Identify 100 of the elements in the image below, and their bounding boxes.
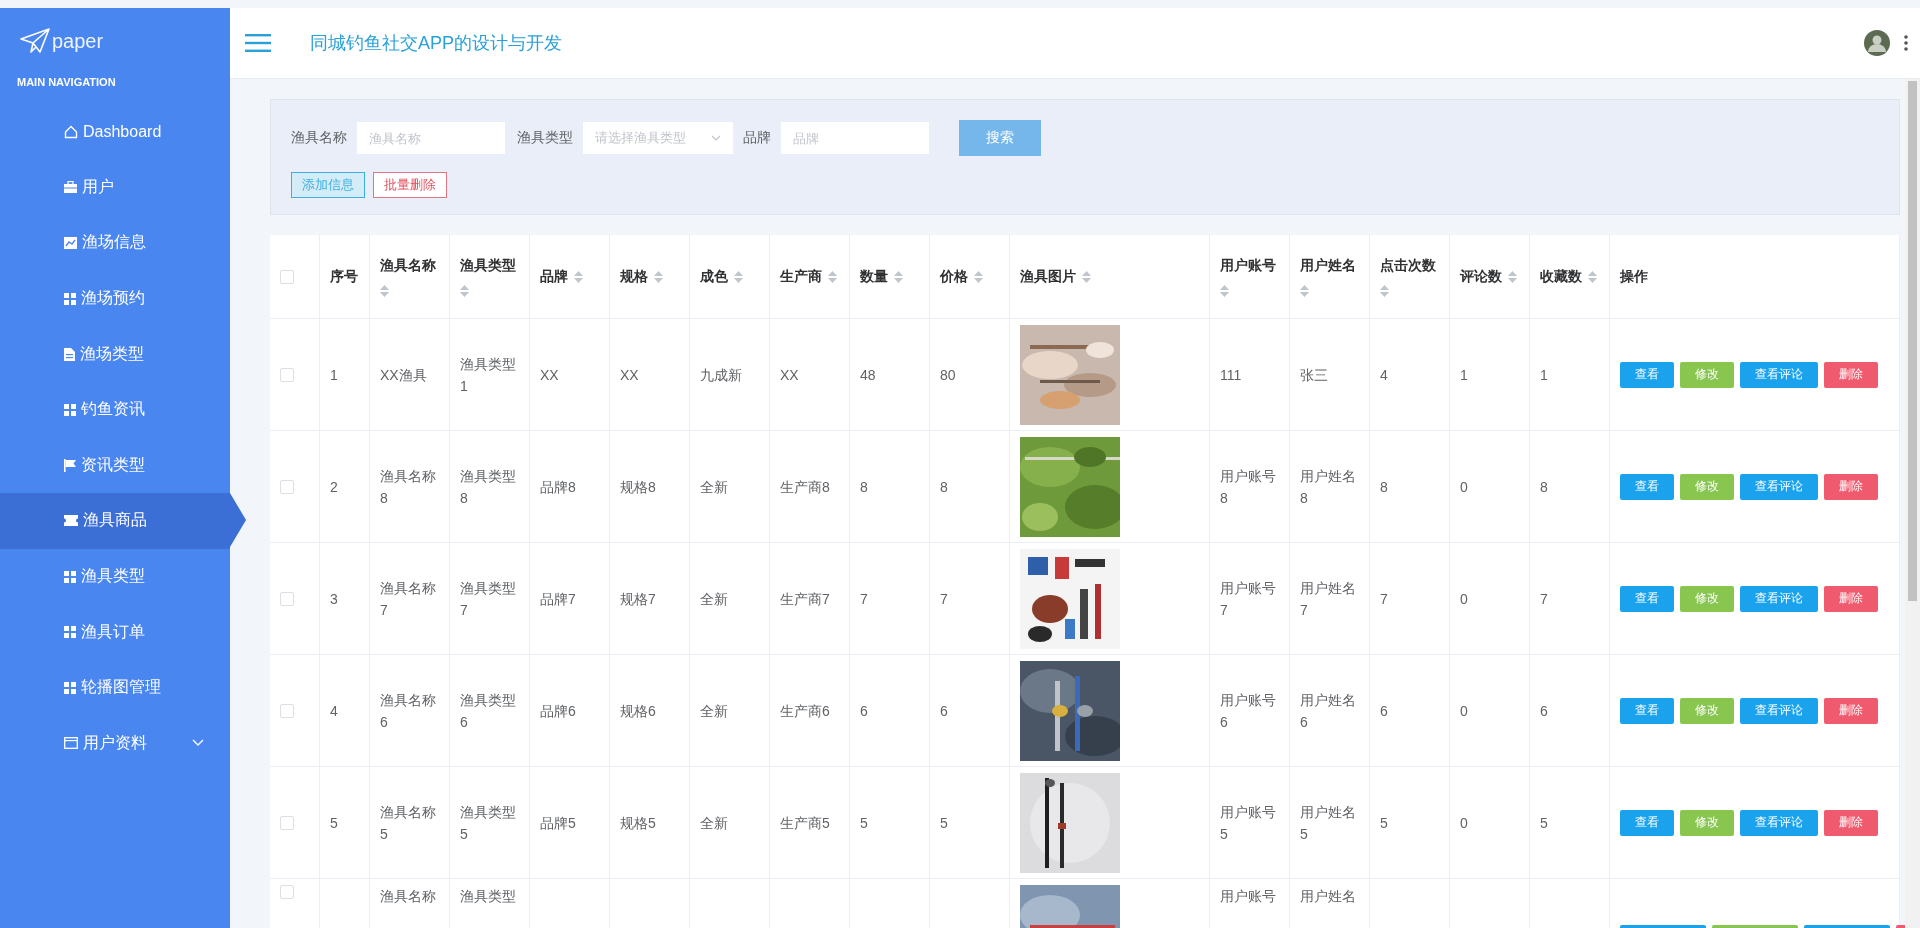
nav-item[interactable]: 轮播图管理 — [0, 659, 230, 716]
delete-button[interactable]: 删除 — [1824, 473, 1878, 500]
app-title: 同城钓鱼社交APP的设计与开发 — [310, 32, 563, 55]
grid-icon — [64, 292, 76, 305]
view-button[interactable]: 查看评论 — [1740, 361, 1818, 388]
scrollbar[interactable] — [1905, 79, 1920, 928]
table-cell-text: 用户账号8 — [1220, 466, 1277, 508]
row-checkbox[interactable] — [280, 479, 294, 494]
edit-button[interactable]: 修改 — [1680, 473, 1734, 500]
avatar[interactable] — [1864, 30, 1890, 56]
table-cell-text: 8 — [940, 477, 948, 497]
selection-pointer — [230, 493, 246, 548]
table-cell-text: 渔具类型7 — [460, 578, 517, 620]
sort-icon[interactable] — [734, 270, 743, 283]
more-icon[interactable] — [1904, 35, 1908, 51]
table-cell-text: 品牌6 — [540, 701, 576, 721]
sort-icon[interactable] — [460, 284, 469, 297]
table-cell-text: 生产商8 — [780, 477, 830, 497]
table-cell-text: 用户账号6 — [1220, 690, 1277, 732]
delete-button[interactable]: 删除 — [1824, 361, 1878, 388]
table-cell-text: 5 — [860, 813, 868, 833]
sort-icon[interactable] — [380, 284, 389, 297]
delete-button[interactable]: 删除 — [1824, 809, 1878, 836]
input-field[interactable]: 渔具名称 — [357, 122, 505, 154]
table-cell-text: 渔具名称 — [380, 887, 436, 906]
sort-icon[interactable] — [1220, 284, 1229, 297]
row-checkbox[interactable] — [280, 703, 294, 718]
table-cell-text: XX渔具 — [380, 365, 427, 385]
delete-button[interactable]: 删除 — [1824, 585, 1878, 612]
select-field[interactable]: 请选择渔具类型 — [583, 122, 733, 154]
sort-icon[interactable] — [1380, 284, 1389, 297]
nav-item[interactable]: Dashboard — [0, 104, 230, 160]
sort-icon[interactable] — [654, 270, 663, 283]
select-all-checkbox[interactable] — [280, 269, 294, 284]
edit-button[interactable]: 修改 — [1680, 697, 1734, 724]
view-button[interactable]: 查看评论 — [1740, 473, 1818, 500]
grid-icon — [64, 570, 76, 583]
nav-item[interactable]: 渔具类型 — [0, 548, 230, 605]
view-button[interactable]: 查看 — [1620, 473, 1674, 500]
sort-icon[interactable] — [828, 270, 837, 283]
column-header: 渔具图片 — [1020, 267, 1076, 286]
table-cell-text: 规格8 — [620, 477, 656, 497]
flag-icon — [64, 458, 76, 472]
row-checkbox[interactable] — [280, 885, 294, 899]
filter-label: 渔具名称 — [291, 129, 347, 147]
sort-icon[interactable] — [894, 270, 903, 283]
edit-button[interactable]: 修改 — [1680, 361, 1734, 388]
sort-icon[interactable] — [1082, 270, 1091, 283]
nav-heading: MAIN NAVIGATION — [16, 75, 117, 90]
row-checkbox[interactable] — [280, 591, 294, 606]
nav-item[interactable]: 渔场信息 — [0, 215, 230, 271]
nav-item[interactable]: 渔场预约 — [0, 270, 230, 327]
table-cell-text: 品牌7 — [540, 589, 576, 609]
add-button[interactable]: 添加信息 — [291, 172, 365, 198]
table-cell-text: 0 — [1460, 701, 1468, 721]
row-checkbox[interactable] — [280, 367, 294, 382]
table-cell-text: 6 — [1540, 701, 1548, 721]
nav-item[interactable]: 钓鱼资讯 — [0, 381, 230, 438]
grid-icon — [64, 626, 76, 639]
view-button[interactable]: 查看 — [1620, 809, 1674, 836]
delete-button[interactable]: 删除 — [1824, 697, 1878, 724]
menu-icon[interactable] — [245, 34, 271, 52]
table-cell-text: 6 — [860, 701, 868, 721]
edit-button[interactable]: 修改 — [1680, 585, 1734, 612]
table-cell-text: 4 — [330, 701, 338, 721]
table-cell-text: 品牌5 — [540, 813, 576, 833]
sort-icon[interactable] — [574, 270, 583, 283]
sort-icon[interactable] — [1588, 270, 1597, 283]
search-button[interactable]: 搜索 — [959, 120, 1041, 156]
view-button[interactable]: 查看评论 — [1740, 809, 1818, 836]
table-cell-text: 生产商6 — [780, 701, 830, 721]
nav-item[interactable]: 资讯类型 — [0, 437, 230, 494]
column-header: 规格 — [620, 267, 648, 286]
view-button[interactable]: 查看 — [1620, 697, 1674, 724]
input-field[interactable]: 品牌 — [781, 122, 929, 154]
nav-item[interactable]: 渔具订单 — [0, 604, 230, 660]
table-cell-text: 渔具名称6 — [380, 690, 437, 732]
column-header: 生产商 — [780, 267, 822, 286]
table-cell-text: 8 — [860, 477, 868, 497]
nav-item[interactable]: 用户资料 — [0, 715, 230, 772]
sort-icon[interactable] — [1300, 284, 1309, 297]
view-button[interactable]: 查看 — [1620, 361, 1674, 388]
batch-delete-button[interactable]: 批量删除 — [373, 172, 447, 198]
table-cell-text: 渔具名称8 — [380, 466, 437, 508]
sort-icon[interactable] — [1508, 270, 1517, 283]
nav-item[interactable]: 渔场类型 — [0, 326, 230, 382]
table-cell-text: 用户姓名6 — [1300, 690, 1357, 732]
table-cell-text: 品牌8 — [540, 477, 576, 497]
row-checkbox[interactable] — [280, 815, 294, 830]
view-button[interactable]: 查看 — [1620, 585, 1674, 612]
table-cell-text: 5 — [1380, 813, 1388, 833]
home-icon — [64, 124, 78, 139]
edit-button[interactable]: 修改 — [1680, 809, 1734, 836]
view-button[interactable]: 查看评论 — [1740, 585, 1818, 612]
column-header: 操作 — [1620, 267, 1648, 286]
paper-plane-icon — [20, 28, 50, 54]
nav-item[interactable]: 用户 — [0, 159, 230, 216]
sort-icon[interactable] — [974, 270, 983, 283]
view-button[interactable]: 查看评论 — [1740, 697, 1818, 724]
table-cell-text: 渔具类型8 — [460, 466, 517, 508]
